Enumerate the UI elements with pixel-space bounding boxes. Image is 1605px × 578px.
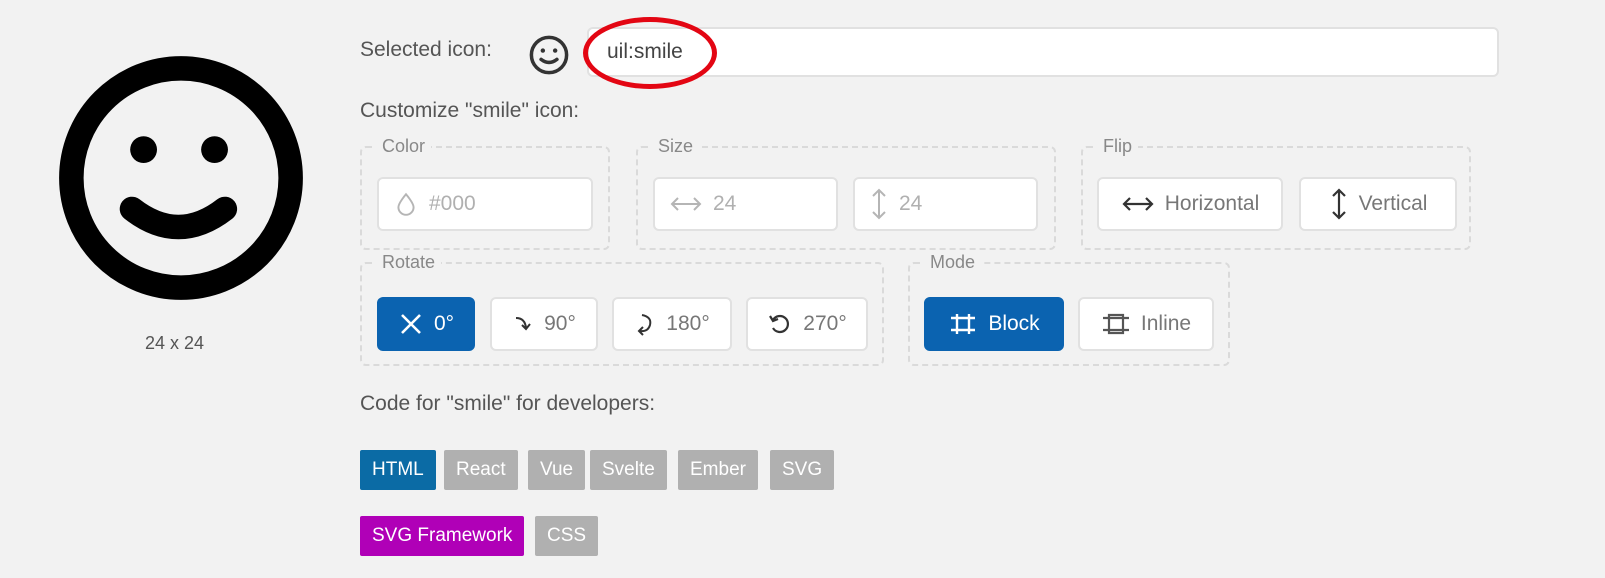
mode-inline-label: Inline xyxy=(1140,312,1192,335)
rotate-270-label: 270° xyxy=(803,312,847,335)
mode-block-label: Block xyxy=(988,312,1040,335)
tab-svg[interactable]: SVG xyxy=(770,450,835,490)
vertical-arrows-icon xyxy=(872,188,886,220)
height-placeholder: 24 xyxy=(899,192,923,215)
selected-icon-label: Selected icon: xyxy=(360,38,492,61)
code-title: Code for "smile" for developers: xyxy=(360,392,656,415)
size-legend: Size xyxy=(658,136,694,156)
rotate-90-button[interactable]: 90° xyxy=(490,297,598,351)
mode-inline-button[interactable]: Inline xyxy=(1078,297,1214,351)
icon-name-input[interactable] xyxy=(587,27,1499,77)
horizontal-arrows-icon xyxy=(1122,197,1154,211)
rotate-180-button[interactable]: 180° xyxy=(612,297,732,351)
color-placeholder: #000 xyxy=(429,192,476,215)
flip-horizontal-label: Horizontal xyxy=(1164,192,1260,215)
color-input[interactable]: #000 xyxy=(377,177,593,231)
mode-block-button[interactable]: Block xyxy=(924,297,1064,351)
smile-icon xyxy=(59,56,303,300)
tab-vue[interactable]: Vue xyxy=(528,450,586,490)
rotate-0-button[interactable]: 0° xyxy=(377,297,475,351)
color-legend: Color xyxy=(382,136,426,156)
width-input[interactable]: 24 xyxy=(653,177,838,231)
tab-ember[interactable]: Ember xyxy=(678,450,758,490)
flip-vertical-button[interactable]: Vertical xyxy=(1299,177,1457,231)
smile-icon-preview xyxy=(52,48,310,308)
rotate-270-button[interactable]: 270° xyxy=(746,297,868,351)
smile-icon xyxy=(527,33,571,77)
width-placeholder: 24 xyxy=(713,192,737,215)
customize-title: Customize "smile" icon: xyxy=(360,99,580,122)
horizontal-arrows-icon xyxy=(670,197,702,211)
tab-html[interactable]: HTML xyxy=(360,450,436,490)
rotate-legend: Rotate xyxy=(382,252,436,272)
rotate-180-label: 180° xyxy=(666,312,710,335)
rotate-270-icon xyxy=(769,314,790,334)
height-input[interactable]: 24 xyxy=(853,177,1038,231)
preview-size-label: 24 x 24 xyxy=(145,333,205,353)
rotate-0-label: 0° xyxy=(433,312,455,335)
close-icon xyxy=(401,314,421,334)
tab-react[interactable]: React xyxy=(444,450,518,490)
flip-legend: Flip xyxy=(1103,136,1133,156)
inline-icon xyxy=(1102,313,1129,335)
tab-svelte[interactable]: Svelte xyxy=(590,450,667,490)
block-icon xyxy=(951,314,976,334)
rotate-90-icon xyxy=(516,317,531,331)
tab-css[interactable]: CSS xyxy=(535,516,599,556)
rotate-90-label: 90° xyxy=(544,312,576,335)
vertical-arrows-icon xyxy=(1331,188,1346,220)
flip-horizontal-button[interactable]: Horizontal xyxy=(1097,177,1283,231)
rotate-180-icon xyxy=(637,314,652,336)
mode-legend: Mode xyxy=(930,252,976,272)
flip-vertical-label: Vertical xyxy=(1358,192,1428,215)
tab-svg-framework[interactable]: SVG Framework xyxy=(360,516,525,556)
droplet-icon xyxy=(397,192,415,216)
